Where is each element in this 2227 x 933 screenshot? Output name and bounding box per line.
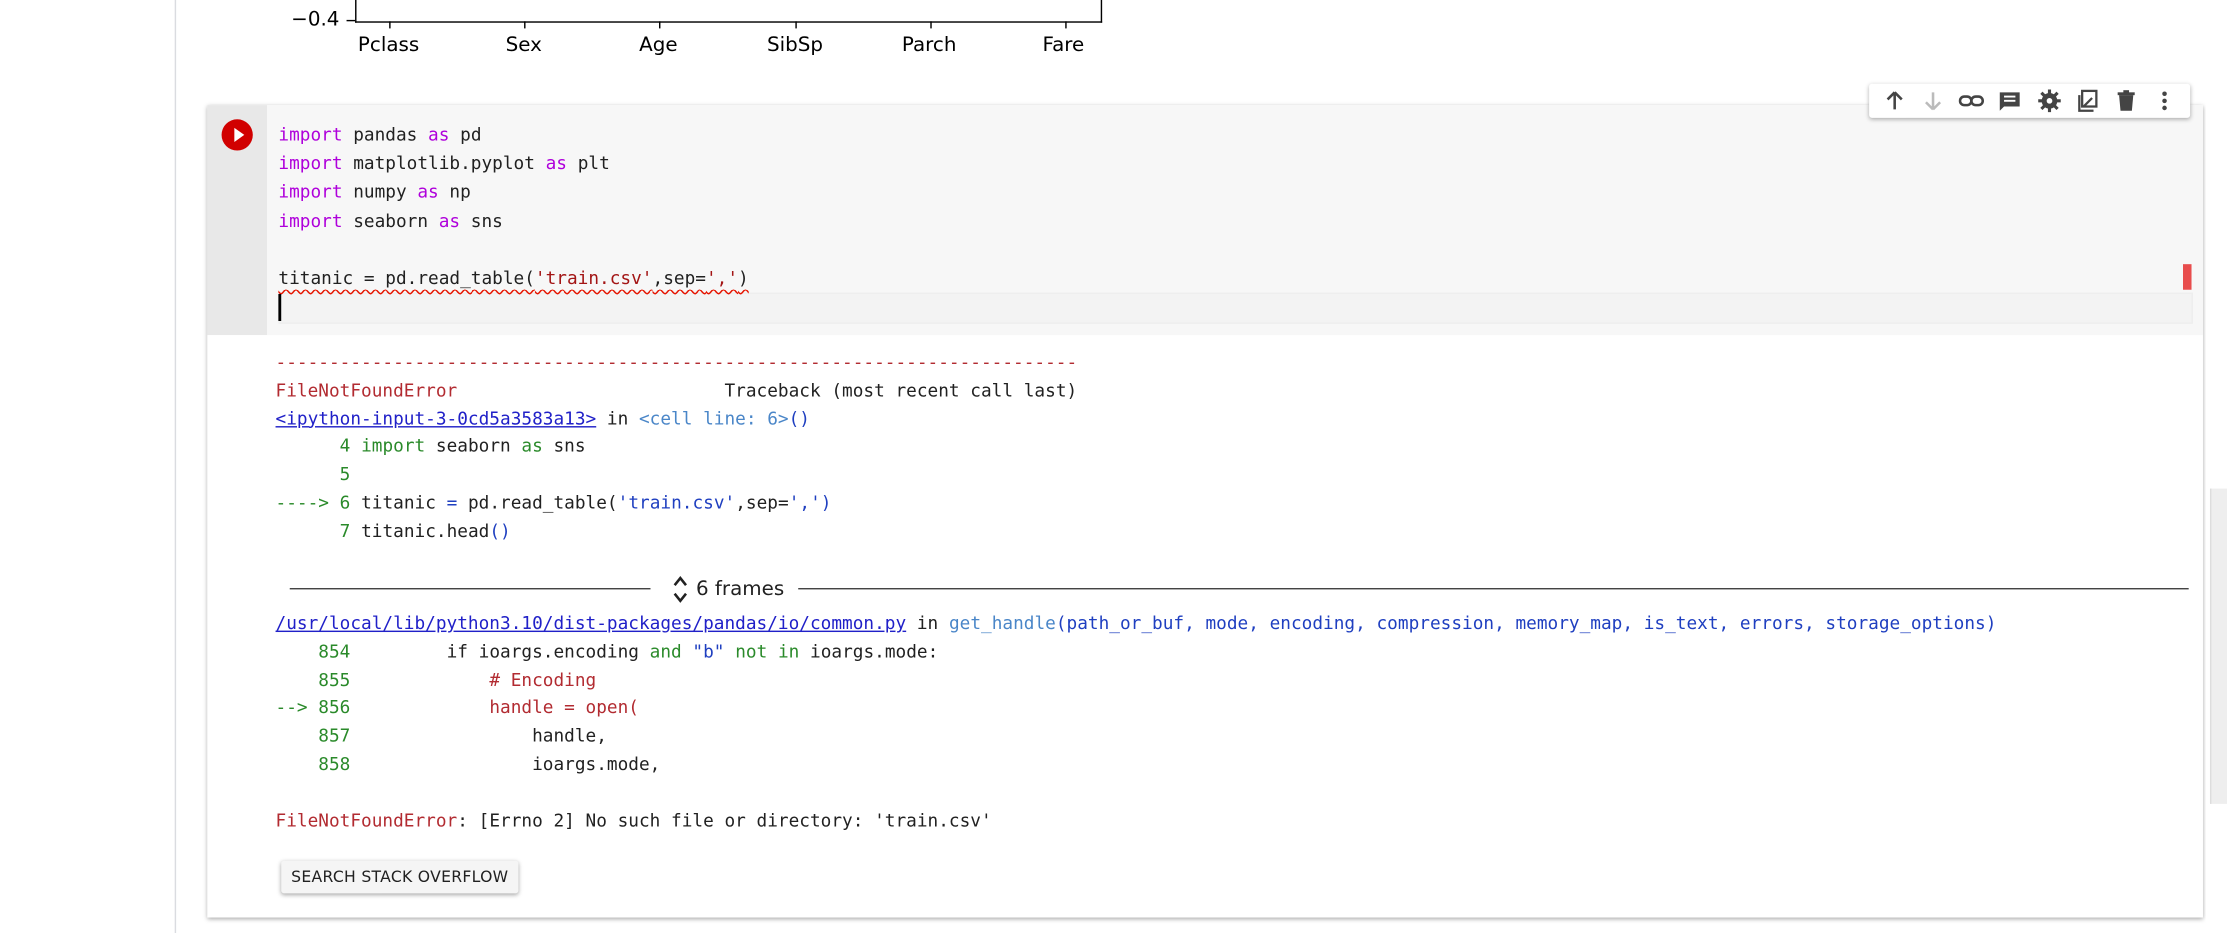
code-line-2: import matplotlib.pyplot as plt	[278, 152, 610, 174]
cell-toolbar	[1869, 83, 2191, 118]
plot-axes	[355, 0, 1103, 23]
link-icon[interactable]	[1957, 87, 1985, 115]
search-stack-overflow-button[interactable]: SEARCH STACK OVERFLOW	[281, 860, 519, 894]
arrow-down-icon[interactable]	[1919, 87, 1947, 115]
collapsed-frames-toggle[interactable]: 6 frames	[289, 572, 2189, 605]
code-cell: import pandas as pd import matplotlib.py…	[207, 105, 2203, 918]
traceback-title: Traceback (most recent call last)	[457, 378, 1078, 401]
x-tick-mark	[1065, 21, 1067, 29]
x-tick-label: Parch	[901, 34, 957, 57]
run-cell-button[interactable]	[221, 119, 253, 151]
cell-output: ----------------------------------------…	[207, 335, 2203, 918]
expand-chevron-icon	[673, 576, 688, 603]
x-tick-label: Pclass	[357, 34, 420, 57]
x-tick-label: Fare	[1042, 34, 1085, 57]
previous-plot-fragment: −0.4 Pclass Sex Age SibSp Parch Fare	[284, 0, 1108, 65]
x-tick-mark	[659, 21, 661, 29]
code-line-3: import numpy as np	[278, 180, 471, 203]
error-name: FileNotFoundError	[275, 378, 458, 401]
source-file-link[interactable]: /usr/local/lib/python3.10/dist-packages/…	[276, 612, 907, 633]
trash-icon[interactable]	[2112, 87, 2140, 115]
gear-icon[interactable]	[2035, 87, 2063, 115]
final-error-name: FileNotFoundError	[275, 808, 458, 831]
traceback-frame: /usr/local/lib/python3.10/dist-packages/…	[275, 612, 1997, 831]
mirror-cell-icon[interactable]	[2073, 87, 2101, 115]
x-tick-mark	[524, 21, 526, 29]
y-tick-label: −0.4	[291, 8, 340, 32]
cell-gutter	[207, 105, 268, 336]
x-tick-label: SibSp	[766, 34, 823, 57]
frames-divider-right	[798, 588, 2189, 590]
code-line-6: titanic = pd.read_table('train.csv',sep=…	[278, 267, 749, 289]
final-error-message: : [Errno 2] No such file or directory: '…	[457, 808, 992, 831]
traceback-header: ----------------------------------------…	[275, 350, 1078, 541]
active-line	[278, 292, 2193, 324]
scrollbar-thumb[interactable]	[2209, 488, 2227, 804]
ipython-input-link[interactable]: <ipython-input-3-0cd5a3583a13>	[276, 407, 597, 428]
code-line-1: import pandas as pd	[278, 123, 482, 145]
notebook-viewport: −0.4 Pclass Sex Age SibSp Parch Fare imp…	[0, 0, 2227, 933]
frames-divider-left	[289, 588, 651, 590]
current-line-arrow: ----> 6	[275, 491, 362, 513]
x-tick-label: Sex	[505, 34, 542, 57]
x-tick-label: Age	[639, 34, 678, 57]
arrow-up-icon[interactable]	[1880, 87, 1908, 115]
x-tick-mark	[795, 21, 797, 29]
code-editor[interactable]: import pandas as pd import matplotlib.py…	[267, 105, 2203, 336]
code-line-4: import seaborn as sns	[278, 209, 503, 231]
frames-label: 6 frames	[673, 574, 784, 605]
comment-icon[interactable]	[1996, 87, 2024, 115]
y-tick-mark	[346, 19, 356, 22]
error-marker	[2183, 264, 2192, 290]
text-cursor	[278, 294, 282, 321]
code-text: import pandas as pd import matplotlib.py…	[278, 121, 748, 293]
sidebar-divider	[174, 0, 177, 933]
x-tick-mark	[389, 21, 391, 29]
more-vert-icon[interactable]	[2151, 87, 2179, 115]
cell-line-ref: <cell line: 6>	[638, 407, 789, 429]
x-tick-mark	[930, 21, 932, 29]
traceback-dashes: ----------------------------------------…	[275, 350, 1078, 373]
